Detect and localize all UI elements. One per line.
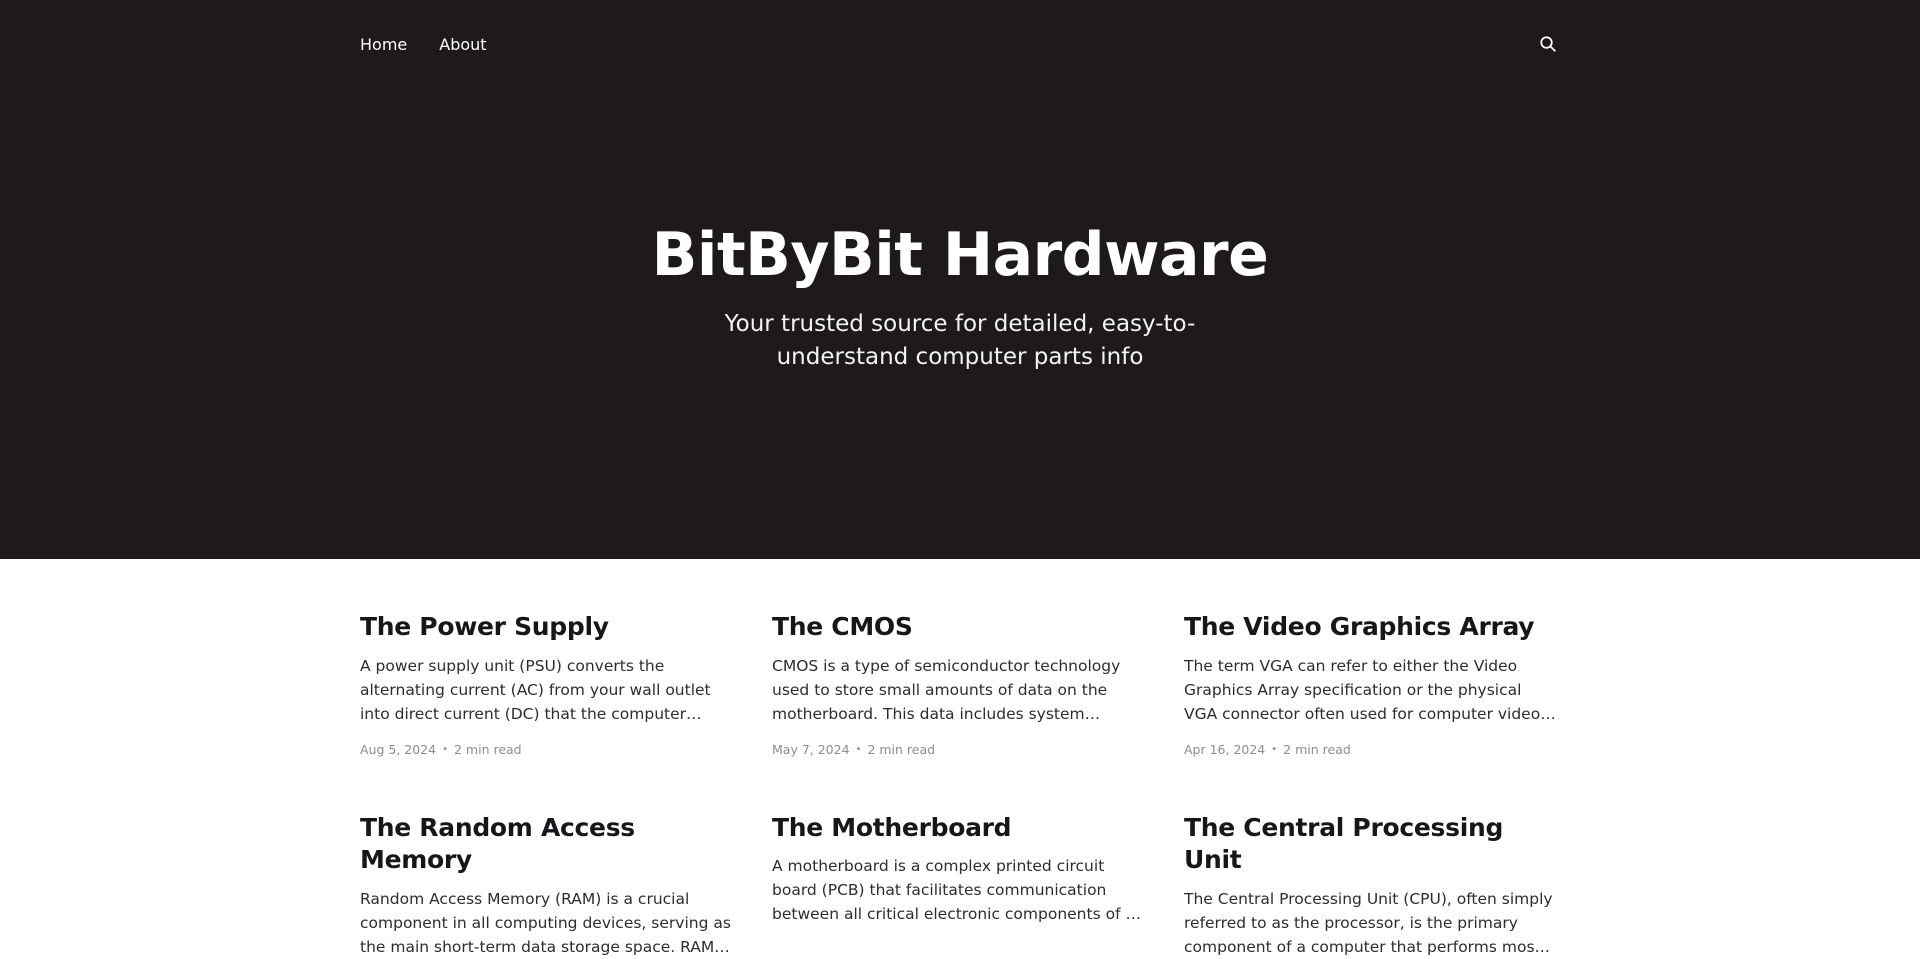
post-excerpt: The Central Processing Unit (CPU), often… [1184,889,1553,956]
post-card[interactable]: The Random Access Memory Random Access M… [360,812,732,959]
post-meta: May 7, 2024 • 2 min read [772,742,1144,757]
post-card[interactable]: The Motherboard A motherboard is a compl… [772,812,1144,959]
post-read-time: 2 min read [1283,741,1351,757]
site-title: BitByBit Hardware [651,220,1269,290]
meta-separator: • [855,743,862,755]
nav-item-home[interactable]: Home [360,35,407,54]
site-header: Home About BitByBit Hardware Your truste… [0,0,1920,559]
post-title[interactable]: The CMOS [772,611,1144,644]
post-feed: The Power Supply A power supply unit (PS… [360,559,1560,959]
post-excerpt: Random Access Memory (RAM) is a crucial … [360,889,731,956]
post-read-time: 2 min read [454,741,522,757]
post-excerpt: A motherboard is a complex printed circu… [772,857,1135,923]
meta-separator: • [442,743,448,755]
search-icon [1540,36,1556,52]
post-card[interactable]: The CMOS CMOS is a type of semiconductor… [772,611,1144,757]
post-title[interactable]: The Motherboard [772,812,1144,845]
hero: BitByBit Hardware Your trusted source fo… [0,222,1920,373]
post-card[interactable]: The Central Processing Unit The Central … [1184,812,1556,959]
post-read-time: 2 min read [867,741,936,757]
main-nav: Home About [360,0,1560,88]
post-date: May 7, 2024 [772,741,850,757]
post-title[interactable]: The Central Processing Unit [1184,812,1556,877]
search-button[interactable] [1536,32,1560,56]
post-excerpt: CMOS is a type of semiconductor technolo… [772,656,1121,723]
post-title[interactable]: The Power Supply [360,611,732,644]
post-card[interactable]: The Power Supply A power supply unit (PS… [360,611,732,757]
post-title[interactable]: The Random Access Memory [360,812,732,877]
post-meta: Aug 5, 2024 • 2 min read [360,742,732,757]
post-date: Aug 5, 2024 [360,741,437,757]
post-card[interactable]: The Video Graphics Array The term VGA ca… [1184,611,1556,757]
post-title[interactable]: The Video Graphics Array [1184,611,1556,644]
post-date: Apr 16, 2024 [1184,741,1266,757]
site-description: Your trusted source for detailed, easy-t… [724,311,1196,370]
post-excerpt: A power supply unit (PSU) converts the a… [360,656,711,723]
meta-separator: • [1271,743,1278,755]
nav-item-about[interactable]: About [439,35,486,54]
post-excerpt: The term VGA can refer to either the Vid… [1184,656,1541,723]
post-meta: Apr 16, 2024 • 2 min read [1184,742,1556,757]
